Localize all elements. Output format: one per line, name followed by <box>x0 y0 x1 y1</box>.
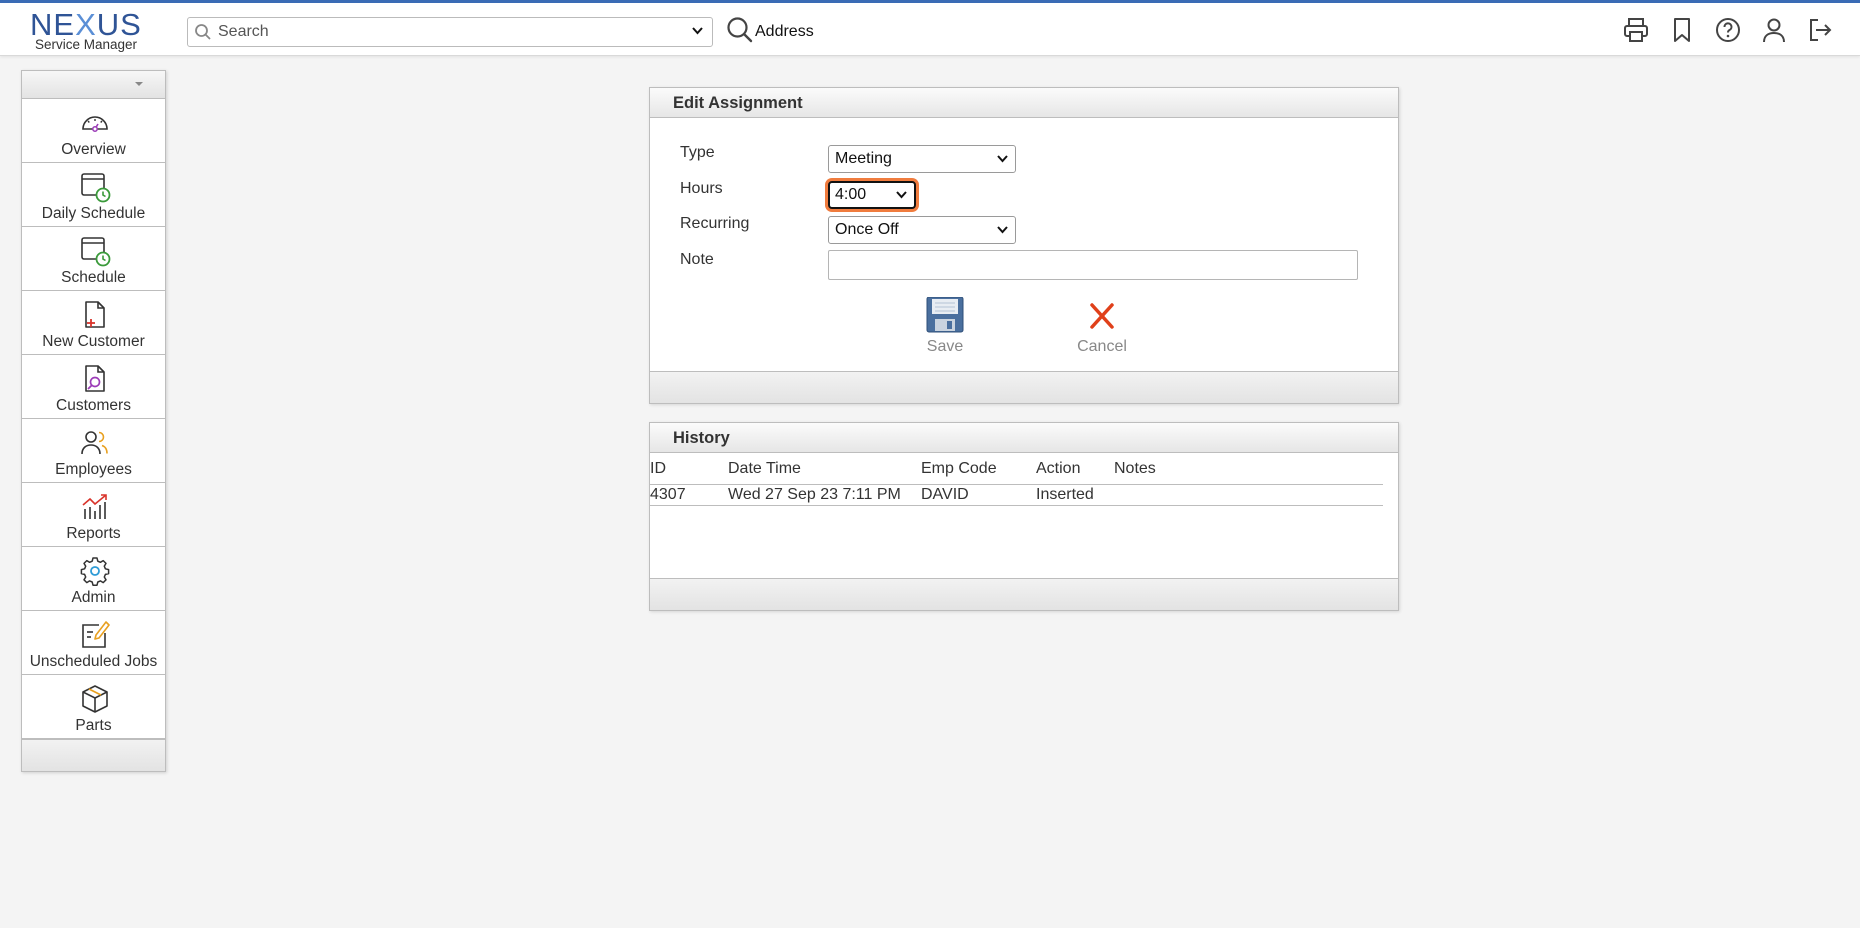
hours-value: 4:00 <box>835 186 867 203</box>
new-document-icon <box>85 301 105 328</box>
type-select[interactable]: Meeting <box>828 145 1016 173</box>
history-table: ID Date Time Emp Code Action Notes 4307 … <box>650 453 1383 506</box>
sidebar-item-customers[interactable]: Customers <box>22 355 165 419</box>
sidebar-item-new-customer[interactable]: New Customer <box>22 291 165 355</box>
close-icon <box>1090 303 1114 329</box>
recurring-value: Once Off <box>835 221 899 238</box>
bookmark-icon <box>1674 18 1690 42</box>
column-header-notes: Notes <box>1114 460 1156 477</box>
user-button[interactable] <box>1758 13 1790 47</box>
table-row[interactable]: 4307 Wed 27 Sep 23 7:11 PM DAVID Inserte… <box>650 485 1383 506</box>
cell-id: 4307 <box>650 486 686 503</box>
chevron-down-icon <box>997 226 1008 234</box>
chart-icon <box>82 494 107 519</box>
panel-footer <box>650 371 1398 403</box>
sidebar-item-label: Admin <box>71 589 116 606</box>
sidebar-item-label: Customers <box>56 397 131 414</box>
column-header-emp-code: Emp Code <box>921 460 997 477</box>
sidebar-item-reports[interactable]: Reports <box>22 483 165 547</box>
collapse-icon[interactable] <box>132 79 146 89</box>
top-icon-bar <box>1620 13 1836 49</box>
bookmark-button[interactable] <box>1666 13 1698 47</box>
printer-icon <box>1624 18 1648 42</box>
sidebar-item-label: Schedule <box>61 269 126 286</box>
sidebar-item-label: Overview <box>61 141 126 158</box>
gear-icon <box>80 557 110 586</box>
floppy-disk-icon <box>926 297 964 333</box>
chevron-down-icon <box>997 155 1008 163</box>
note-input[interactable] <box>828 250 1358 280</box>
search-input[interactable] <box>216 21 536 43</box>
panel-footer <box>650 578 1398 610</box>
search-bar: Address <box>187 17 814 47</box>
cancel-label: Cancel <box>1077 338 1127 355</box>
cell-date-time: Wed 27 Sep 23 7:11 PM <box>728 486 901 503</box>
search-scope-select[interactable]: Address <box>568 20 814 44</box>
recurring-select[interactable]: Once Off <box>828 216 1016 244</box>
type-label: Type <box>680 144 715 161</box>
search-scope-value: Address <box>755 23 814 40</box>
hours-select[interactable]: 4:00 <box>828 181 916 209</box>
user-icon <box>1763 18 1785 43</box>
sidebar-header <box>22 71 165 99</box>
sidebar-item-employees[interactable]: Employees <box>22 419 165 483</box>
search-icon <box>195 24 211 40</box>
calendar-clock-icon <box>81 173 111 203</box>
sidebar-item-label: Reports <box>66 525 121 542</box>
save-label: Save <box>926 338 964 355</box>
gauge-icon <box>82 116 108 132</box>
type-value: Meeting <box>835 150 892 167</box>
recurring-label: Recurring <box>680 215 750 232</box>
edit-assignment-panel: Edit Assignment Type Meeting Hours 4:00 … <box>649 87 1399 404</box>
panel-title: History <box>650 423 1398 453</box>
sidebar-item-label: Unscheduled Jobs <box>29 653 158 670</box>
print-button[interactable] <box>1620 13 1652 47</box>
top-bar: NEXUS Service Manager Address <box>0 0 1860 56</box>
help-button[interactable] <box>1712 13 1744 47</box>
cell-emp-code: DAVID <box>921 486 969 503</box>
document-search-icon <box>85 365 105 392</box>
people-icon <box>81 431 108 455</box>
calendar-clock-icon <box>81 237 111 267</box>
search-icon <box>727 17 753 43</box>
logout-button[interactable] <box>1804 13 1836 47</box>
sidebar-item-overview[interactable]: Overview <box>22 99 165 163</box>
history-panel: History ID Date Time Emp Code Action Not… <box>649 422 1399 611</box>
column-header-date-time: Date Time <box>728 460 801 477</box>
help-icon <box>1716 18 1740 42</box>
chevron-down-icon <box>896 191 907 199</box>
sidebar-item-schedule[interactable]: Schedule <box>22 227 165 291</box>
sidebar-item-label: Daily Schedule <box>41 205 146 222</box>
sidebar-item-admin[interactable]: Admin <box>22 547 165 611</box>
save-button[interactable]: Save <box>910 297 980 359</box>
edit-note-icon <box>82 621 110 648</box>
note-label: Note <box>680 251 714 268</box>
logo-subtitle: Service Manager <box>35 37 138 52</box>
logout-icon <box>1810 19 1832 41</box>
panel-title: Edit Assignment <box>650 88 1398 118</box>
cell-action: Inserted <box>1036 486 1094 503</box>
column-header-action: Action <box>1036 460 1081 477</box>
sidebar-nav: Overview Daily Schedule Schedule New Cus… <box>21 70 166 772</box>
chevron-down-icon <box>692 27 703 35</box>
sidebar-item-label: Parts <box>75 717 112 734</box>
cancel-button[interactable]: Cancel <box>1067 297 1137 359</box>
search-button[interactable] <box>725 15 755 45</box>
sidebar-item-label: Employees <box>55 461 132 478</box>
sidebar-item-label: New Customer <box>42 333 145 350</box>
sidebar-footer <box>22 739 165 771</box>
hours-label: Hours <box>680 180 723 197</box>
box-icon <box>82 685 108 713</box>
sidebar-item-unscheduled-jobs[interactable]: Unscheduled Jobs <box>22 611 165 675</box>
app-logo[interactable]: NEXUS Service Manager <box>28 9 156 53</box>
sidebar-item-daily-schedule[interactable]: Daily Schedule <box>22 163 165 227</box>
column-header-id: ID <box>650 460 666 477</box>
sidebar-item-parts[interactable]: Parts <box>22 675 165 739</box>
table-header-row: ID Date Time Emp Code Action Notes <box>650 453 1383 485</box>
